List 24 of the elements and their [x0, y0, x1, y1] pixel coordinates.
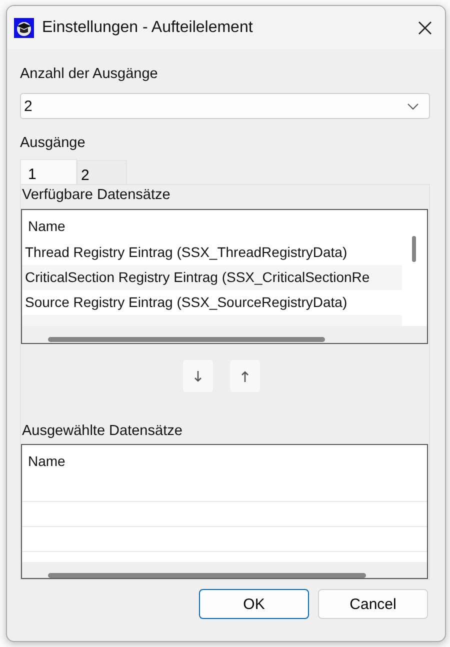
output-tab[interactable]: 1 — [20, 159, 77, 184]
cancel-button[interactable]: Cancel — [318, 589, 428, 619]
output-count-dropdown[interactable]: 2 — [20, 93, 430, 119]
arrow-up-icon — [240, 370, 248, 382]
output-tab[interactable]: 2 — [77, 160, 127, 185]
scrollbar-thumb[interactable] — [48, 572, 366, 578]
field-label: Anzahl der Ausgänge — [20, 65, 159, 83]
record-row[interactable]: CriticalSection Registry Eintrag (SSX_CriticalSectionRe — [22, 265, 402, 290]
ok-button[interactable]: OK — [199, 589, 309, 619]
arrow-down-icon — [194, 370, 202, 382]
list-label: Ausgewählte Datensätze — [22, 422, 184, 441]
move-up-button[interactable] — [230, 360, 260, 392]
window-title: Einstellungen - Aufteilelement — [42, 18, 254, 36]
close-icon[interactable] — [417, 20, 433, 36]
record-row[interactable]: Thread Registry Eintrag (SSX_ThreadRegistryData) — [22, 240, 402, 265]
scrollbar-thumb[interactable] — [48, 337, 325, 342]
scrollbar-thumb[interactable] — [412, 236, 416, 262]
move-down-button[interactable] — [182, 360, 212, 392]
section-label: Ausgänge — [20, 134, 86, 152]
graduation-cap-icon — [14, 18, 34, 38]
chevron-down-icon — [407, 102, 419, 110]
record-row[interactable]: Source Registry Eintrag (SSX_SourceRegistryData) — [22, 290, 402, 315]
column-header[interactable]: Name — [22, 210, 402, 240]
list-label: Verfügbare Datensätze — [22, 186, 172, 205]
